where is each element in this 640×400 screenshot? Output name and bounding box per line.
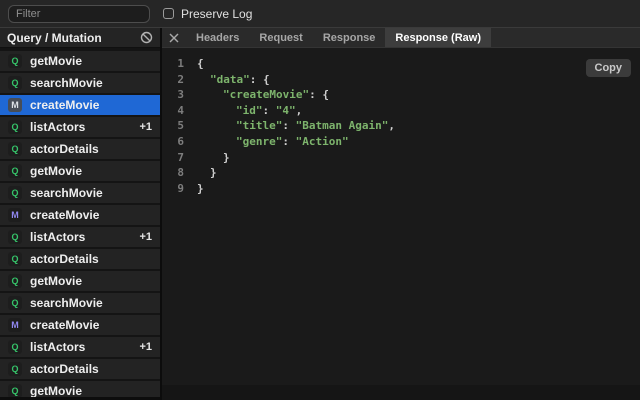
preserve-log-label: Preserve Log <box>181 7 252 21</box>
query-list-item[interactable]: QlistActors+1 <box>0 117 160 137</box>
query-list-item[interactable]: McreateMovie <box>0 205 160 225</box>
operation-name: actorDetails <box>30 362 152 376</box>
filter-input[interactable] <box>8 5 150 23</box>
query-badge: Q <box>8 76 22 90</box>
query-badge: Q <box>8 296 22 310</box>
tabs: HeadersRequestResponseResponse (Raw) <box>186 28 491 47</box>
operation-name: searchMovie <box>30 296 152 310</box>
code-line: 2"data": { <box>176 72 640 88</box>
query-list-item[interactable]: QlistActors+1 <box>0 337 160 357</box>
sidebar-header: Query / Mutation <box>0 28 160 48</box>
batched-count-badge: +1 <box>139 231 152 243</box>
operation-name: getMovie <box>30 54 152 68</box>
tab-response[interactable]: Response <box>313 28 386 47</box>
line-number: 6 <box>176 134 184 150</box>
query-badge: Q <box>8 362 22 376</box>
code-line: 6"genre": "Action" <box>176 134 640 150</box>
query-badge: Q <box>8 230 22 244</box>
query-list-item[interactable]: McreateMovie <box>0 95 160 115</box>
query-list-item[interactable]: QgetMovie <box>0 271 160 291</box>
query-list-item[interactable]: QsearchMovie <box>0 293 160 313</box>
query-list-item[interactable]: QsearchMovie <box>0 183 160 203</box>
query-badge: Q <box>8 274 22 288</box>
close-detail-button[interactable] <box>162 28 186 47</box>
line-number: 8 <box>176 165 184 181</box>
query-badge: Q <box>8 186 22 200</box>
sidebar: Query / Mutation QgetMovieQsearchMovieMc… <box>0 28 160 397</box>
tab-request[interactable]: Request <box>249 28 312 47</box>
panel-body: Query / Mutation QgetMovieQsearchMovieMc… <box>0 28 640 400</box>
code-line: 3"createMovie": { <box>176 87 640 103</box>
tab-headers[interactable]: Headers <box>186 28 249 47</box>
operation-name: listActors <box>30 120 139 134</box>
query-badge: Q <box>8 54 22 68</box>
detail-pane: HeadersRequestResponseResponse (Raw) Cop… <box>160 28 640 400</box>
query-list: QgetMovieQsearchMovieMcreateMovieQlistAc… <box>0 48 160 397</box>
code-line: 9} <box>176 181 640 197</box>
query-list-item[interactable]: QgetMovie <box>0 381 160 397</box>
operation-name: searchMovie <box>30 76 152 90</box>
code-line: 1{ <box>176 56 640 72</box>
json-code-block: 1{2"data": {3"createMovie": {4"id": "4",… <box>162 48 640 196</box>
response-raw-content: Copy 1{2"data": {3"createMovie": {4"id":… <box>162 48 640 385</box>
query-badge: Q <box>8 142 22 156</box>
code-line: 4"id": "4", <box>176 103 640 119</box>
line-number: 7 <box>176 150 184 166</box>
operation-name: createMovie <box>30 318 152 332</box>
operation-name: createMovie <box>30 98 152 112</box>
query-list-item[interactable]: QgetMovie <box>0 161 160 181</box>
mutation-badge: M <box>8 98 22 112</box>
toolbar: Preserve Log <box>0 0 640 28</box>
query-list-item[interactable]: QlistActors+1 <box>0 227 160 247</box>
preserve-log-checkbox[interactable] <box>163 8 174 19</box>
clear-circle-slash-icon <box>140 31 153 44</box>
query-badge: Q <box>8 252 22 266</box>
query-list-item[interactable]: McreateMovie <box>0 315 160 335</box>
copy-button[interactable]: Copy <box>586 59 632 77</box>
query-list-item[interactable]: QsearchMovie <box>0 73 160 93</box>
operation-name: getMovie <box>30 164 152 178</box>
query-list-item[interactable]: QactorDetails <box>0 249 160 269</box>
code-line: 7} <box>176 150 640 166</box>
batched-count-badge: +1 <box>139 121 152 133</box>
operation-name: actorDetails <box>30 252 152 266</box>
clear-list-button[interactable] <box>140 31 153 44</box>
line-number: 2 <box>176 72 184 88</box>
operation-name: getMovie <box>30 274 152 288</box>
tab-response-raw[interactable]: Response (Raw) <box>385 28 491 47</box>
line-number: 3 <box>176 87 184 103</box>
code-line: 8} <box>176 165 640 181</box>
query-badge: Q <box>8 120 22 134</box>
close-x-icon <box>169 33 179 43</box>
line-number: 5 <box>176 118 184 134</box>
operation-name: listActors <box>30 340 139 354</box>
query-badge: Q <box>8 384 22 397</box>
query-badge: Q <box>8 164 22 178</box>
line-number: 9 <box>176 181 184 197</box>
operation-name: createMovie <box>30 208 152 222</box>
detail-footer <box>162 385 640 400</box>
query-list-item[interactable]: QactorDetails <box>0 359 160 379</box>
operation-name: listActors <box>30 230 139 244</box>
line-number: 4 <box>176 103 184 119</box>
mutation-badge: M <box>8 318 22 332</box>
operation-name: actorDetails <box>30 142 152 156</box>
graphql-network-inspector-panel: Preserve Log Query / Mutation QgetMovieQ… <box>0 0 640 400</box>
detail-tabbar: HeadersRequestResponseResponse (Raw) <box>162 28 640 48</box>
query-list-item[interactable]: QactorDetails <box>0 139 160 159</box>
mutation-badge: M <box>8 208 22 222</box>
operation-name: searchMovie <box>30 186 152 200</box>
operation-name: getMovie <box>30 384 152 397</box>
batched-count-badge: +1 <box>139 341 152 353</box>
query-badge: Q <box>8 340 22 354</box>
line-number: 1 <box>176 56 184 72</box>
query-list-item[interactable]: QgetMovie <box>0 51 160 71</box>
sidebar-title: Query / Mutation <box>7 31 102 45</box>
code-line: 5"title": "Batman Again", <box>176 118 640 134</box>
